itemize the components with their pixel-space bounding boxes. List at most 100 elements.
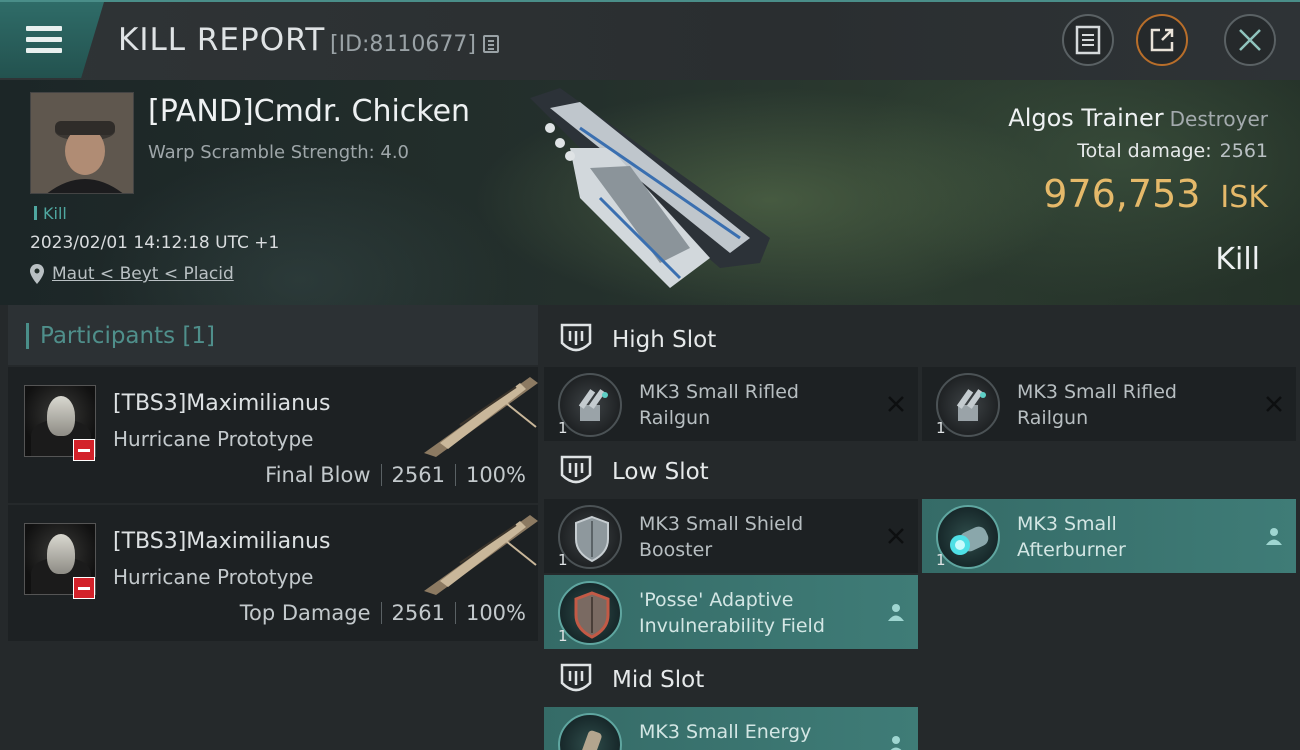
railgun-icon (558, 373, 622, 437)
location-pin-icon (30, 264, 44, 284)
railgun-image (578, 389, 608, 421)
victim-name: [PAND]Cmdr. Chicken (148, 94, 471, 129)
kill-datetime: 2023/02/01 14:12:18 UTC +1 (30, 233, 280, 253)
participant-damage: 2561 (391, 601, 445, 625)
kill-tag: Kill (34, 204, 67, 223)
module-card[interactable]: 1 MK3 Small Afterburner (922, 499, 1296, 573)
warp-scramble-strength: Warp Scramble Strength: 4.0 (148, 142, 410, 163)
module-name: MK3 Small Afterburner (1017, 511, 1247, 563)
module-quantity: 1 (936, 551, 946, 569)
isk-value: 976,753 ISK (1043, 172, 1268, 216)
module-name-line2: Invulnerability Field (639, 615, 825, 637)
avatar-helmet (47, 396, 75, 436)
standing-badge-icon (73, 439, 95, 461)
dropped-person-icon (888, 604, 904, 621)
module-name-line1: MK3 Small Rifled (1017, 381, 1177, 403)
module-name-line1: MK3 Small Shield (639, 513, 804, 535)
total-damage-label: Total damage: (1077, 140, 1212, 162)
participant-percent: 100% (465, 601, 526, 625)
dropped-person-icon (1266, 528, 1282, 545)
copy-icon[interactable] (483, 35, 499, 53)
notes-icon (1075, 25, 1101, 55)
module-name-line2: Railgun (1017, 407, 1089, 429)
participant-role: Top Damage (239, 601, 371, 625)
divider (380, 464, 382, 486)
module-name-line1: MK3 Small Rifled (639, 381, 799, 403)
low-slot-header: Low Slot (542, 441, 1300, 501)
module-card[interactable]: 1 MK3 Small Shield Booster (544, 499, 918, 573)
module-card[interactable]: 1 MK3 Small Rifled Railgun (922, 367, 1296, 441)
participant-stats: Final Blow 2561 100% (265, 463, 526, 487)
mid-slot-header: Mid Slot (542, 649, 1300, 709)
participant-row[interactable]: [TBS3]Maximilianus Hurricane Prototype F… (8, 367, 538, 503)
victim-portrait[interactable] (30, 92, 134, 194)
destroyed-x-icon (1266, 396, 1282, 412)
mid-slot-label: Mid Slot (612, 667, 705, 693)
top-bar: KILL REPORT [ID:8110677] (0, 0, 1300, 80)
ship-name-text: Algos Trainer (1008, 104, 1164, 132)
isk-unit: ISK (1220, 180, 1268, 215)
module-name: 'Posse' Adaptive Invulnerability Field (639, 587, 869, 639)
page-title: KILL REPORT (118, 22, 326, 58)
participant-ship: Hurricane Prototype (113, 427, 314, 451)
module-name-line2: Booster (639, 539, 713, 561)
participants-panel: Participants [1] [TBS3]Maximilianus Hurr… (0, 305, 542, 750)
report-id: [ID:8110677] (330, 32, 476, 57)
isk-amount: 976,753 (1043, 172, 1201, 216)
railgun-image (956, 389, 986, 421)
participants-header[interactable]: Participants [1] (8, 305, 538, 365)
participant-damage: 2561 (391, 463, 445, 487)
railgun-icon (936, 373, 1000, 437)
module-name: MK3 Small Shield Booster (639, 511, 869, 563)
module-quantity: 1 (558, 551, 568, 569)
total-damage-value: 2561 (1219, 140, 1268, 162)
location-link[interactable]: Maut < Beyt < Placid (30, 264, 234, 284)
close-icon (1239, 29, 1261, 51)
header-accent-bar (26, 323, 29, 349)
shield-booster-icon (558, 505, 622, 569)
close-button[interactable] (1224, 14, 1276, 66)
destroyed-x-icon (888, 396, 904, 412)
module-card[interactable]: 1 'Posse' Adaptive Invulnerability Field (544, 575, 918, 649)
module-name-line1: MK3 Small Energy (639, 721, 812, 743)
victim-ship-image (530, 88, 770, 288)
module-card[interactable]: 1 MK3 Small Energy (544, 707, 918, 750)
mid-slot-icon (560, 663, 592, 692)
module-card[interactable]: 1 MK3 Small Rifled Railgun (544, 367, 918, 441)
participant-row[interactable]: [TBS3]Maximilianus Hurricane Prototype T… (8, 505, 538, 641)
energy-module-image (580, 730, 602, 750)
module-quantity: 1 (558, 419, 568, 437)
high-slot-icon (560, 323, 592, 352)
module-name-line1: 'Posse' Adaptive (639, 589, 794, 611)
module-quantity: 1 (558, 627, 568, 645)
low-slot-icon (560, 455, 592, 484)
high-slot-header: High Slot (542, 309, 1300, 369)
energy-module-icon (558, 713, 622, 750)
high-slot-label: High Slot (612, 327, 717, 353)
participant-name: [TBS3]Maximilianus (113, 391, 331, 416)
module-name-line2: Railgun (639, 407, 711, 429)
divider (380, 602, 382, 624)
location-text: Maut < Beyt < Placid (52, 264, 234, 284)
dropped-person-icon (890, 736, 902, 750)
hamburger-icon[interactable] (26, 26, 62, 54)
module-name: MK3 Small Rifled Railgun (639, 379, 869, 431)
menu-button[interactable] (0, 2, 104, 78)
module-name-line2: Afterburner (1017, 539, 1126, 561)
participant-percent: 100% (465, 463, 526, 487)
participant-stats: Top Damage 2561 100% (240, 601, 526, 625)
module-name-line1: MK3 Small (1017, 513, 1117, 535)
participant-ship: Hurricane Prototype (113, 565, 314, 589)
notes-button[interactable] (1062, 14, 1114, 66)
module-quantity: 1 (936, 419, 946, 437)
total-damage: Total damage: 2561 (1077, 140, 1268, 162)
participants-label: Participants [1] (40, 323, 215, 349)
divider (454, 464, 456, 486)
participant-ship-image (424, 377, 538, 457)
afterburner-image (950, 526, 989, 555)
ship-class: Destroyer (1169, 107, 1268, 131)
share-icon (1150, 28, 1174, 52)
invulnerability-field-icon (558, 581, 622, 645)
share-button[interactable] (1136, 14, 1188, 66)
participant-ship-image (424, 515, 538, 595)
